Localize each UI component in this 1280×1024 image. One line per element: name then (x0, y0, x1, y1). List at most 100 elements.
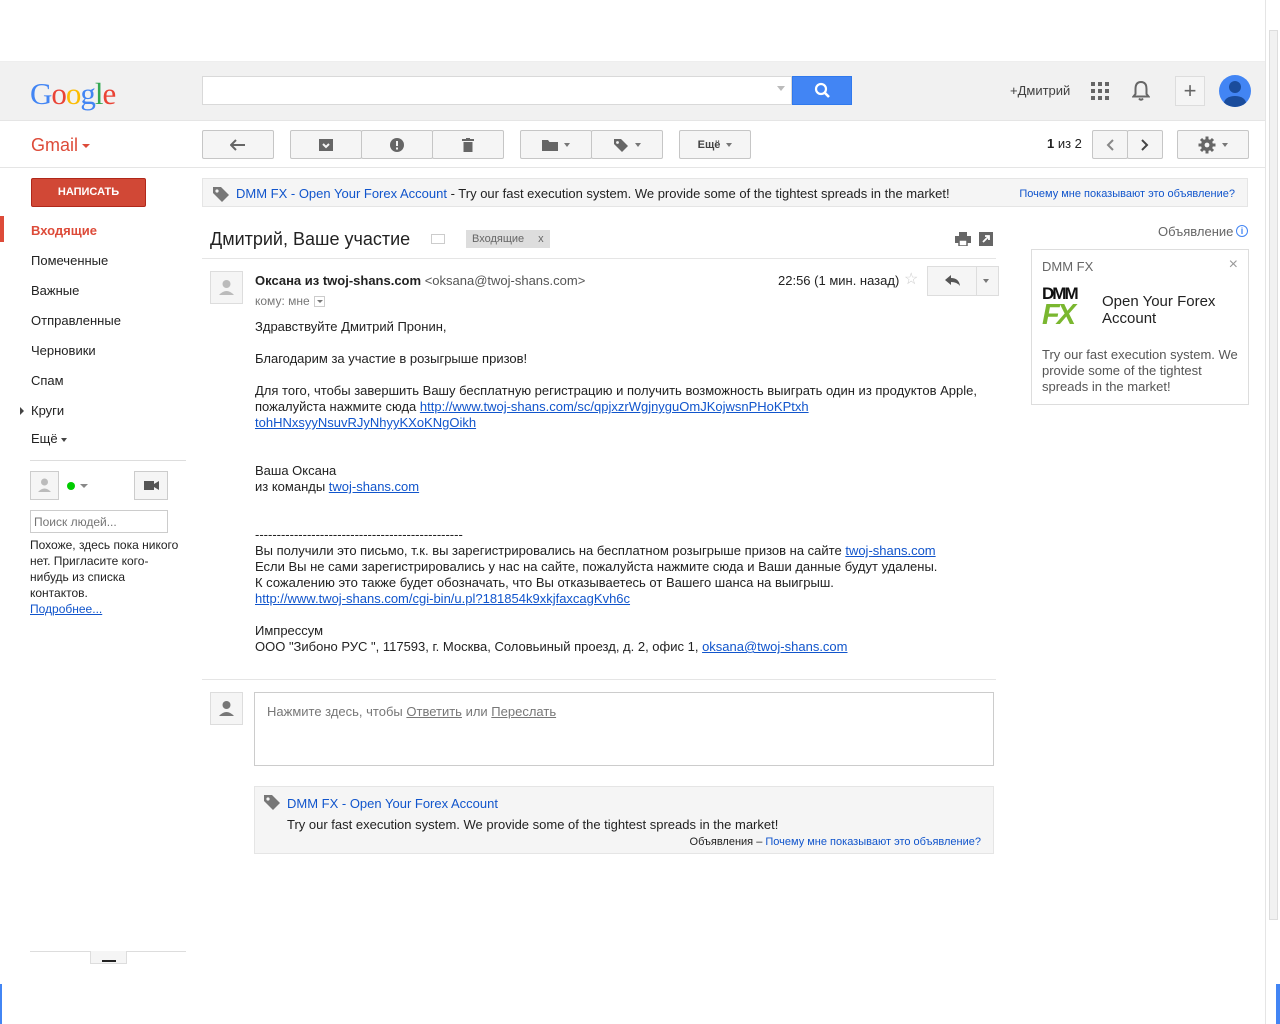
footer-site-link[interactable]: twoj-shans.com (845, 543, 935, 558)
forward-link[interactable]: Переслать (491, 704, 556, 719)
gmail-label: Gmail (31, 135, 79, 155)
recipient-line: кому: мне (255, 294, 325, 308)
window-edge-right (1276, 984, 1280, 1024)
top-ad-desc: - Try our fast execution system. We prov… (446, 186, 950, 201)
apps-grid-icon[interactable] (1091, 82, 1109, 100)
scrollbar-thumb[interactable] (1269, 30, 1278, 920)
close-icon[interactable]: × (1229, 256, 1238, 274)
search-button[interactable] (792, 76, 852, 105)
nav-item-more[interactable]: Ещё (31, 431, 67, 446)
people-search-field[interactable] (30, 510, 168, 533)
settings-button[interactable] (1177, 130, 1249, 159)
nav-divider (30, 460, 186, 461)
pager-rest: из 2 (1054, 136, 1082, 151)
sender-name[interactable]: Оксана из twoj-shans.com (255, 273, 421, 288)
back-arrow-icon (230, 138, 245, 151)
sender-line: Оксана из twoj-shans.com <oksana@twoj-sh… (255, 273, 585, 288)
back-button[interactable] (202, 130, 274, 159)
archive-icon (319, 138, 333, 151)
chat-avatar[interactable] (30, 471, 59, 500)
share-plus-button[interactable]: + (1175, 76, 1205, 106)
impressum-title: Импрессум (255, 623, 324, 638)
account-avatar[interactable] (1219, 75, 1251, 107)
reply-prompt: Нажмите здесь, чтобы Ответить или Пересл… (267, 704, 556, 719)
nav-item-important[interactable]: Важные (31, 283, 79, 298)
reply-divider (202, 679, 996, 680)
search-options-icon[interactable] (777, 86, 785, 91)
report-spam-button[interactable] (361, 130, 433, 159)
bottom-ad-box: DMM FX - Open Your Forex Account Try our… (254, 786, 994, 854)
search-field[interactable] (202, 76, 792, 105)
chevron-down-icon (564, 142, 570, 147)
browser-blank-area (0, 0, 1280, 62)
nav-item-circles[interactable]: Круги (31, 403, 64, 418)
nav-item-drafts[interactable]: Черновики (31, 343, 96, 358)
new-window-icon[interactable] (979, 232, 993, 249)
star-icon[interactable]: ☆ (904, 269, 918, 289)
gear-icon (1198, 136, 1216, 153)
chat-footer-tab[interactable] (90, 951, 127, 964)
site-link[interactable]: twoj-shans.com (329, 479, 419, 494)
bottom-why-ad-link[interactable]: Почему мне показывают это объявление? (765, 836, 981, 848)
notifications-bell-icon[interactable] (1131, 80, 1151, 102)
unsubscribe-link[interactable]: http://www.twoj-shans.com/cgi-bin/u.pl?1… (255, 591, 630, 606)
user-profile-link[interactable]: +Дмитрий (1010, 83, 1070, 98)
bottom-ad-label: Объявления – (689, 836, 766, 848)
label-chip: Входящие x (466, 230, 550, 248)
message-body: Здравствуйте Дмитрий Пронин, Благодарим … (255, 319, 995, 655)
google-logo[interactable]: Google (30, 76, 116, 112)
footer-line-1: Вы получили это письмо, т.к. вы зарегист… (255, 543, 995, 559)
details-dropdown-icon[interactable] (313, 296, 325, 308)
expand-arrow-icon[interactable] (20, 407, 24, 415)
search-input[interactable] (203, 77, 763, 104)
mail-toolbar: Gmail Ещё 1 из 2 (0, 121, 1265, 168)
pager-text: 1 из 2 (1047, 136, 1082, 151)
reply-or-text: или (461, 704, 492, 719)
top-ad-link[interactable]: DMM FX - Open Your Forex Account (236, 186, 447, 201)
move-to-button[interactable] (520, 130, 592, 159)
message-time: 22:56 (1 мин. назад) (778, 273, 900, 288)
folder-icon (542, 139, 558, 151)
thanks-line: Благодарим за участие в розыгрыше призов… (255, 351, 528, 366)
reply-more-chevron-icon[interactable] (983, 279, 989, 283)
video-call-button[interactable] (134, 471, 168, 500)
label-important-icon[interactable] (431, 234, 445, 244)
gmail-menu[interactable]: Gmail (31, 135, 91, 156)
top-ad-bar: DMM FX - Open Your Forex Account - Try o… (202, 178, 1248, 207)
chevron-right-icon (1141, 138, 1149, 151)
nav-item-starred[interactable]: Помеченные (31, 253, 108, 268)
page-scrollbar[interactable] (1265, 0, 1280, 1024)
more-button[interactable]: Ещё (679, 130, 751, 159)
video-camera-icon (144, 481, 159, 490)
chevron-down-icon[interactable] (80, 484, 88, 488)
quick-reply-box[interactable]: Нажмите здесь, чтобы Ответить или Пересл… (254, 692, 994, 766)
why-ad-link[interactable]: Почему мне показывают это объявление? (1019, 188, 1235, 200)
remove-label-icon[interactable]: x (538, 230, 544, 248)
active-indicator (0, 216, 4, 242)
nav-item-sent[interactable]: Отправленные (31, 313, 121, 328)
reply-arrow-icon (945, 275, 960, 286)
chevron-left-icon (1106, 138, 1114, 151)
compose-button[interactable]: НАПИСАТЬ (31, 178, 146, 207)
delete-button[interactable] (432, 130, 504, 159)
footer-line-3: К сожалению это также будет обозначать, … (255, 575, 834, 590)
reply-button[interactable] (927, 266, 999, 296)
address-email-link[interactable]: oksana@twoj-shans.com (702, 639, 847, 654)
info-icon[interactable]: i (1236, 225, 1248, 237)
newer-button[interactable] (1092, 130, 1128, 159)
side-ad-card[interactable]: DMM FX × DMM FX Open Your Forex Account … (1031, 249, 1249, 405)
archive-button[interactable] (290, 130, 362, 159)
side-ad-headline[interactable]: Open Your Forex Account (1102, 293, 1242, 327)
message-divider (202, 258, 996, 259)
older-button[interactable] (1127, 130, 1163, 159)
ad-tag-icon (264, 795, 280, 810)
status-online-icon[interactable] (67, 482, 75, 490)
bottom-ad-link[interactable]: DMM FX - Open Your Forex Account (287, 796, 498, 811)
nav-item-spam[interactable]: Спам (31, 373, 64, 388)
nav-item-inbox[interactable]: Входящие (31, 223, 97, 238)
people-search-input[interactable] (31, 511, 161, 532)
labels-button[interactable] (591, 130, 663, 159)
learn-more-link[interactable]: Подробнее... (30, 602, 102, 616)
print-icon[interactable] (955, 232, 971, 249)
reply-link[interactable]: Ответить (406, 704, 462, 719)
